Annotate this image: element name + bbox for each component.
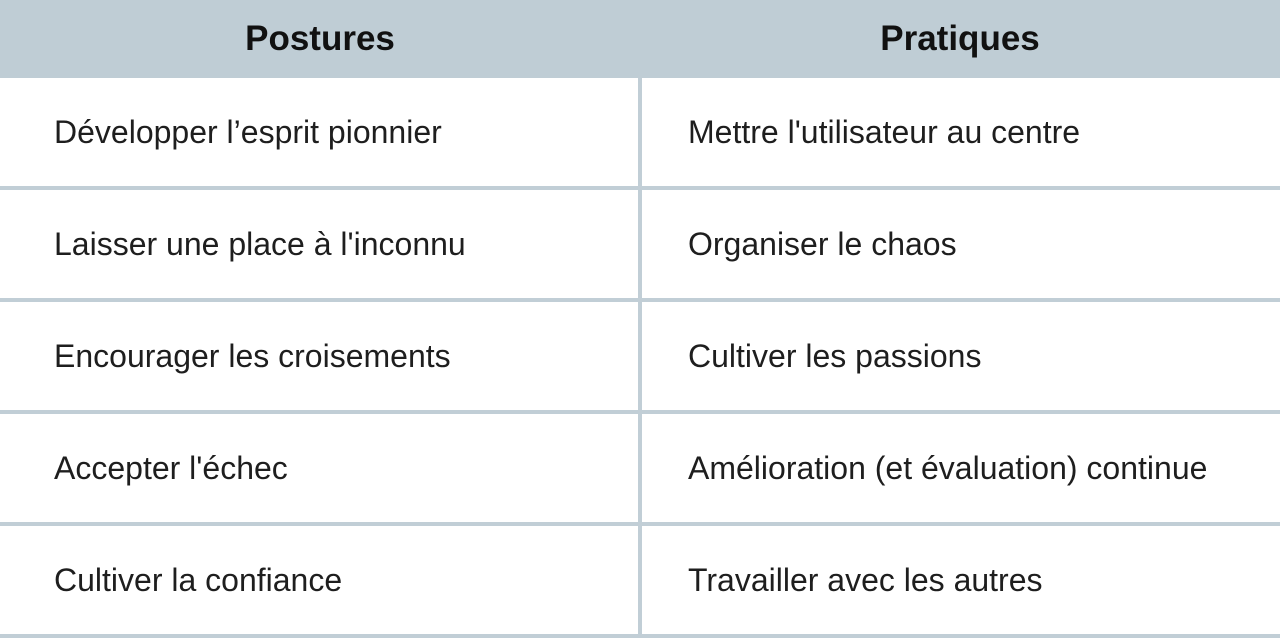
table-row: Encourager les croisements Cultiver les …	[0, 302, 1280, 414]
pratique-cell: Mettre l'utilisateur au centre	[688, 113, 1081, 150]
table-row: Développer l’esprit pionnier Mettre l'ut…	[0, 78, 1280, 190]
posture-cell: Accepter l'échec	[0, 414, 642, 522]
pratique-cell: Amélioration (et évaluation) continue	[688, 449, 1208, 486]
posture-cell: Laisser une place à l'inconnu	[0, 190, 642, 298]
table-header: Postures Pratiques	[0, 0, 1280, 78]
pratique-cell: Organiser le chaos	[688, 225, 957, 262]
table-row: Cultiver la confiance Travailler avec le…	[0, 526, 1280, 638]
column-header-pratiques: Pratiques	[880, 19, 1040, 58]
posture-cell: Cultiver la confiance	[0, 526, 642, 634]
posture-cell: Développer l’esprit pionnier	[0, 78, 642, 186]
table-row: Laisser une place à l'inconnu Organiser …	[0, 190, 1280, 302]
table-row: Accepter l'échec Amélioration (et évalua…	[0, 414, 1280, 526]
pratique-cell: Cultiver les passions	[688, 337, 982, 374]
postures-pratiques-table: Postures Pratiques Développer l’esprit p…	[0, 0, 1280, 640]
posture-cell: Encourager les croisements	[0, 302, 642, 410]
pratique-cell: Travailler avec les autres	[688, 561, 1043, 598]
column-header-postures: Postures	[245, 19, 395, 58]
